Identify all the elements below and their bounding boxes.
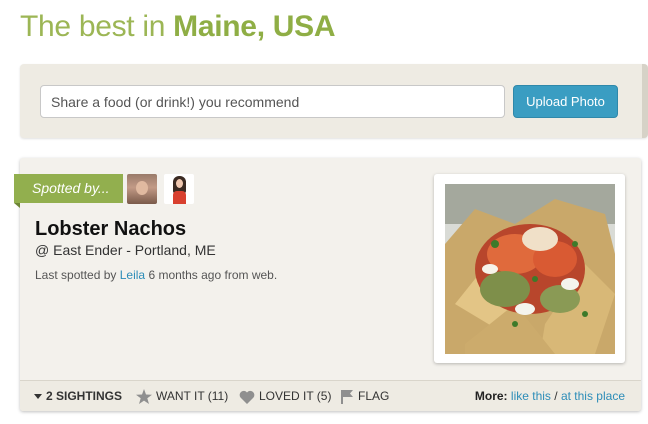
more-links: More: like this / at this place <box>475 381 625 412</box>
star-icon <box>136 389 152 404</box>
like-this-link[interactable]: like this <box>511 389 551 403</box>
more-separator: / <box>554 389 558 403</box>
page-title-prefix: The best in <box>20 10 166 43</box>
last-spotted-suffix: 6 months ago from web. <box>148 268 278 282</box>
last-spotted-prefix: Last spotted by <box>35 268 117 282</box>
want-it-label: WANT IT (11) <box>156 389 229 403</box>
want-it-button[interactable]: WANT IT (11) <box>136 381 228 412</box>
avatar-icon[interactable] <box>127 174 157 204</box>
loved-it-button[interactable]: LOVED IT (5) <box>239 381 331 412</box>
dish-place[interactable]: @ East Ender - Portland, ME <box>35 242 216 258</box>
sightings-label: 2 SIGHTINGS <box>46 389 123 403</box>
spotted-by-ribbon: Spotted by... <box>14 174 123 208</box>
food-photo-frame[interactable] <box>434 174 625 363</box>
spotter-user-link[interactable]: Leila <box>120 268 145 282</box>
sightings-toggle[interactable]: 2 SIGHTINGS <box>34 381 122 412</box>
caret-down-icon <box>34 393 42 399</box>
card-footer: 2 SIGHTINGS WANT IT (11) LOVED IT (5) FL… <box>20 380 641 411</box>
page-title: The best in Maine, USA <box>20 10 336 44</box>
at-this-place-link[interactable]: at this place <box>561 389 625 403</box>
loved-it-label: LOVED IT (5) <box>259 389 332 403</box>
flag-button[interactable]: FLAG <box>340 381 389 412</box>
share-bar: Upload Photo <box>20 64 648 138</box>
food-card: Spotted by... Lobster Nachos @ East Ende… <box>14 158 641 411</box>
heart-icon <box>239 390 255 404</box>
flag-icon <box>341 389 353 404</box>
flag-label: FLAG <box>358 389 390 403</box>
more-label: More: <box>474 389 508 403</box>
dish-title[interactable]: Lobster Nachos <box>35 218 186 241</box>
last-spotted-text: Last spotted by Leila 6 months ago from … <box>35 268 277 282</box>
share-food-input[interactable] <box>40 85 505 118</box>
food-photo <box>445 184 615 354</box>
upload-photo-button[interactable]: Upload Photo <box>513 85 618 118</box>
avatar-icon[interactable] <box>164 174 194 204</box>
page-title-place: Maine, USA <box>173 10 336 43</box>
